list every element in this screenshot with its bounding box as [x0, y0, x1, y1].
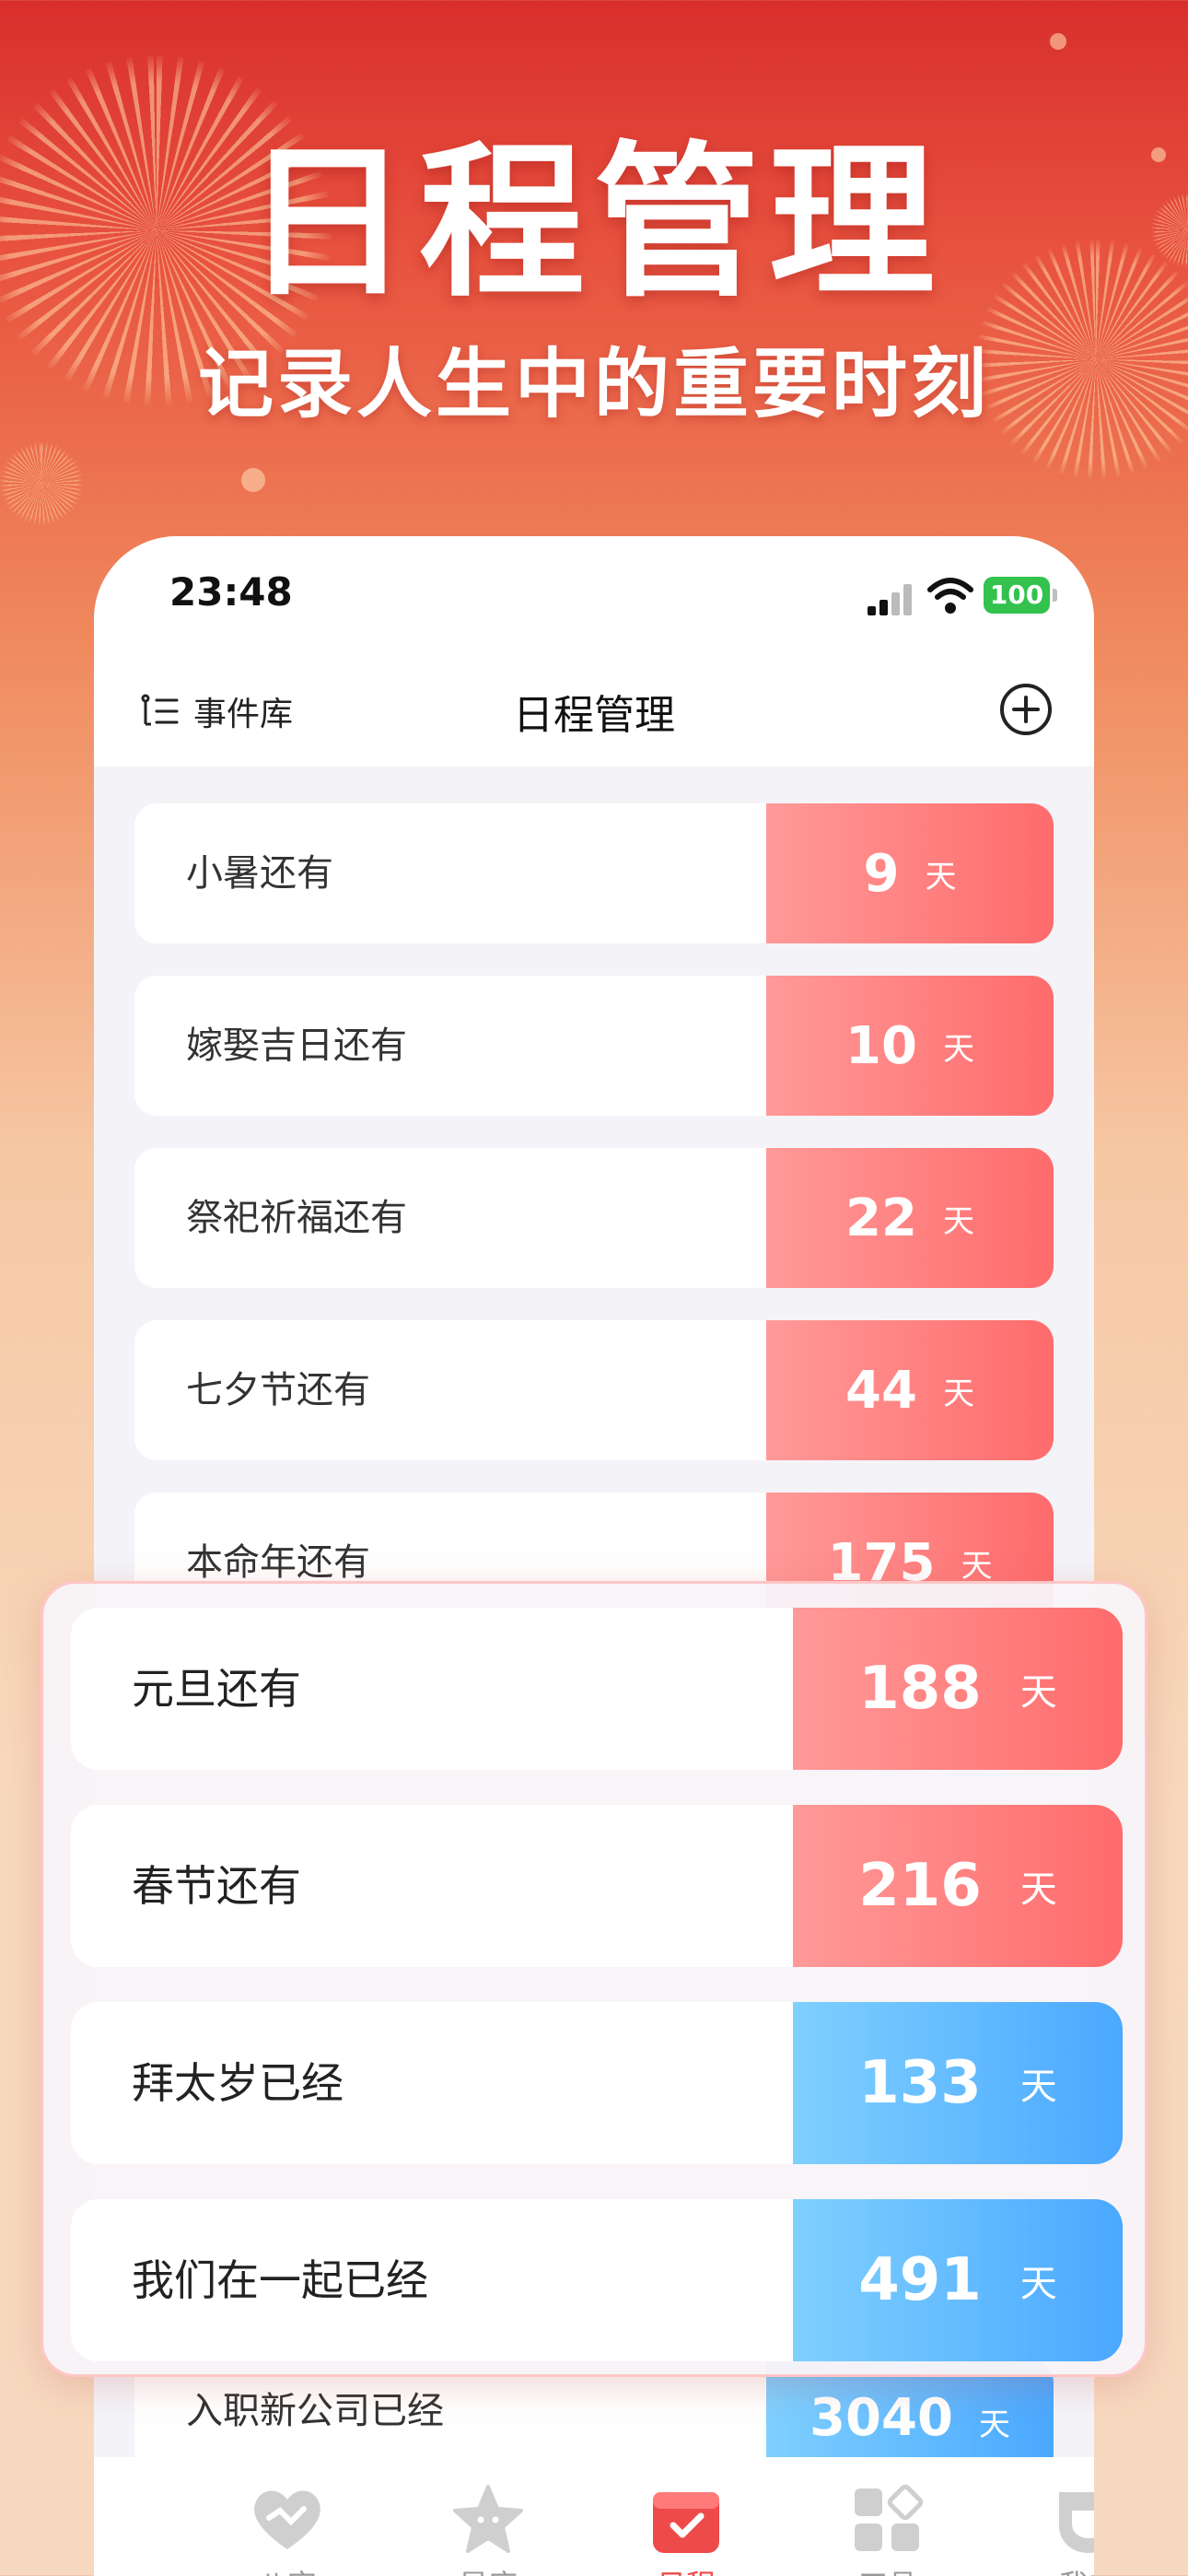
event-label: 元旦还有 [132, 1664, 301, 1714]
tab-bar: 八字 星座 日程 工具 [94, 2457, 1094, 2576]
event-days-badge: 22 天 [766, 1148, 1054, 1288]
event-unit: 天 [942, 1375, 974, 1412]
tab-label: 星座 [424, 2562, 553, 2576]
event-label: 小暑还有 [186, 852, 333, 895]
tab-gongju[interactable]: 工具 [823, 2483, 952, 2576]
event-label: 七夕节还有 [186, 1369, 370, 1411]
event-days: 9 [863, 843, 900, 904]
event-days-badge: 491 天 [793, 2199, 1123, 2361]
event-unit: 天 [978, 2406, 1010, 2443]
signal-icon [868, 584, 914, 615]
event-label: 祭祀祈福还有 [186, 1197, 407, 1239]
battery-indicator: 100 [984, 577, 1057, 614]
add-icon[interactable] [998, 682, 1054, 737]
event-days: 491 [858, 2246, 982, 2314]
event-row[interactable]: 拜太岁已经 133 天 [71, 2002, 1123, 2164]
event-label: 拜太岁已经 [132, 2058, 344, 2108]
event-unit: 天 [942, 1202, 974, 1240]
event-row[interactable]: 祭祀祈福还有 22 天 [134, 1148, 1054, 1288]
firework-decoration [0, 442, 83, 525]
hero-title: 日程管理 [243, 127, 944, 320]
event-unit: 天 [925, 858, 957, 896]
tab-label: 我的 [1024, 2562, 1094, 2576]
wifi-icon [927, 578, 973, 614]
sparkle-dot [241, 468, 265, 492]
event-row[interactable]: 元旦还有 188 天 [71, 1608, 1123, 1770]
event-days-badge: 10 天 [766, 976, 1054, 1116]
tab-bazi[interactable]: 八字 [223, 2483, 352, 2576]
sparkle-dot [1050, 33, 1066, 50]
event-unit: 天 [961, 1547, 993, 1585]
tab-label: 工具 [823, 2562, 952, 2576]
event-unit: 天 [1019, 2066, 1057, 2108]
event-row[interactable]: 七夕节还有 44 天 [134, 1320, 1054, 1460]
event-days: 216 [858, 1852, 982, 1920]
nav-bar: 事件库 日程管理 [94, 656, 1094, 767]
event-label: 我们在一起已经 [132, 2255, 428, 2305]
heart-icon [254, 2490, 320, 2549]
calendar-icon [653, 2492, 719, 2553]
event-row[interactable]: 小暑还有 9 天 [134, 803, 1054, 943]
event-days-badge: 216 天 [793, 1805, 1123, 1967]
event-unit: 天 [1019, 1671, 1057, 1714]
event-days: 10 [845, 1015, 917, 1076]
event-unit: 天 [942, 1030, 974, 1068]
event-days-badge: 133 天 [793, 2002, 1123, 2164]
event-days-badge: 44 天 [766, 1320, 1054, 1460]
event-row[interactable]: 嫁娶吉日还有 10 天 [134, 976, 1054, 1116]
tab-richeng[interactable]: 日程 [622, 2483, 751, 2576]
event-days: 188 [858, 1655, 982, 1723]
status-time: 23:48 [169, 569, 293, 615]
tab-xingzuo[interactable]: 星座 [424, 2483, 553, 2576]
highlight-panel: 元旦还有 188 天 春节还有 216 天 拜太岁已经 133 天 我们在一起已… [41, 1581, 1147, 2377]
event-list: 小暑还有 9 天 嫁娶吉日还有 10 天 祭祀祈福还有 22 天 七夕节还有 4… [134, 803, 1054, 1665]
event-days: 133 [858, 2049, 982, 2117]
tab-wode[interactable]: 我的 [1024, 2483, 1094, 2576]
status-bar: 23:48 100 [94, 536, 1094, 656]
tab-label: 八字 [223, 2562, 352, 2576]
page-title: 日程管理 [513, 692, 675, 739]
grid-icon [855, 2484, 924, 2551]
hero-subtitle: 记录人生中的重要时刻 [197, 341, 990, 428]
event-days: 3040 [809, 2388, 953, 2448]
event-unit: 天 [1019, 1868, 1057, 1911]
event-row[interactable]: 春节还有 216 天 [71, 1805, 1123, 1967]
event-days-badge: 9 天 [766, 803, 1054, 943]
event-days-badge: 188 天 [793, 1608, 1123, 1770]
event-unit: 天 [1019, 2263, 1057, 2305]
event-row[interactable]: 我们在一起已经 491 天 [71, 2199, 1123, 2361]
event-label: 春节还有 [132, 1861, 301, 1911]
event-days: 22 [845, 1188, 917, 1248]
tab-label: 日程 [622, 2562, 751, 2576]
star-icon [453, 2485, 523, 2553]
profile-icon [1059, 2492, 1094, 2553]
event-label: 嫁娶吉日还有 [186, 1025, 407, 1067]
event-days: 44 [845, 1360, 917, 1421]
